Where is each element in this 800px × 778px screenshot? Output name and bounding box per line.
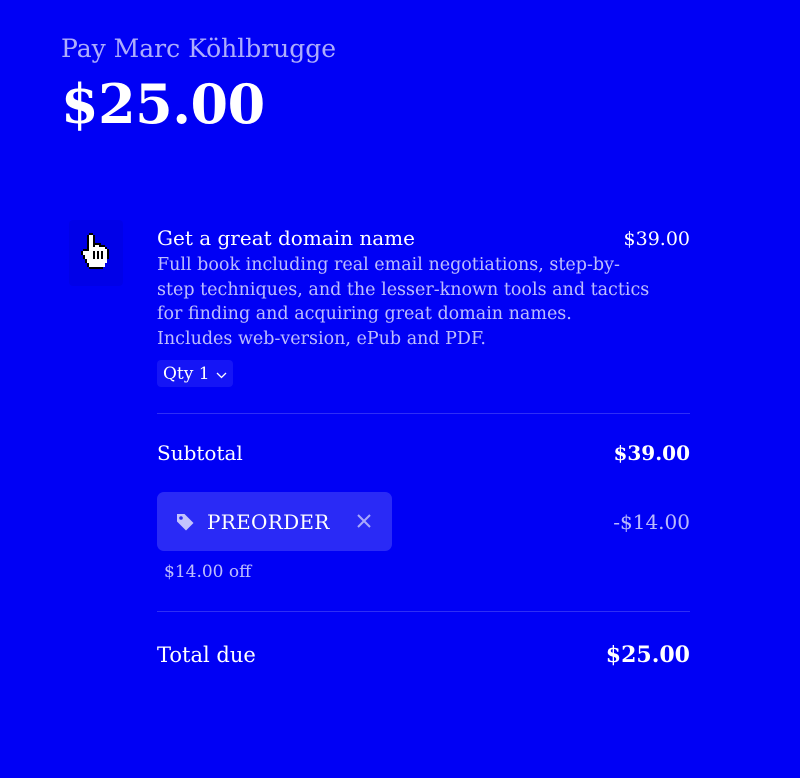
- subtotal-row: Subtotal $39.00: [157, 441, 690, 465]
- quantity-label: Qty 1: [163, 363, 210, 384]
- total-label: Total due: [157, 643, 256, 667]
- close-icon: [356, 510, 372, 534]
- line-item: Get a great domain name $39.00 Full book…: [157, 224, 690, 387]
- merchant-name: Pay Marc Köhlbrugge: [61, 34, 337, 63]
- divider: [157, 611, 690, 612]
- amount-due: $25.00: [61, 72, 265, 136]
- remove-promo-button[interactable]: [356, 510, 372, 534]
- product-description: Full book including real email negotiati…: [157, 255, 650, 349]
- order-summary: Get a great domain name $39.00 Full book…: [157, 224, 690, 668]
- subtotal-value: $39.00: [613, 441, 690, 465]
- promo-code-chip: PREORDER: [157, 492, 392, 551]
- product-price: $39.00: [623, 228, 690, 250]
- chevron-down-icon: [216, 364, 227, 384]
- divider: [157, 413, 690, 414]
- promo-code: PREORDER: [207, 509, 330, 534]
- discount-value: -$14.00: [613, 509, 690, 534]
- discount-note: $14.00 off: [164, 562, 252, 582]
- checkout-summary-page: Pay Marc Köhlbrugge $25.00 Get a great d…: [0, 0, 800, 778]
- product-name: Get a great domain name: [157, 226, 415, 250]
- promo-row: PREORDER -$14.00: [157, 492, 690, 551]
- subtotal-label: Subtotal: [157, 441, 243, 465]
- payment-header: Pay Marc Köhlbrugge $25.00: [61, 34, 336, 134]
- total-value: $25.00: [605, 642, 690, 668]
- quantity-selector[interactable]: Qty 1: [157, 360, 233, 387]
- tag-icon: [175, 512, 195, 532]
- pointer-hand-icon: [81, 233, 111, 273]
- total-row: Total due $25.00: [157, 642, 690, 668]
- product-image: [69, 220, 123, 286]
